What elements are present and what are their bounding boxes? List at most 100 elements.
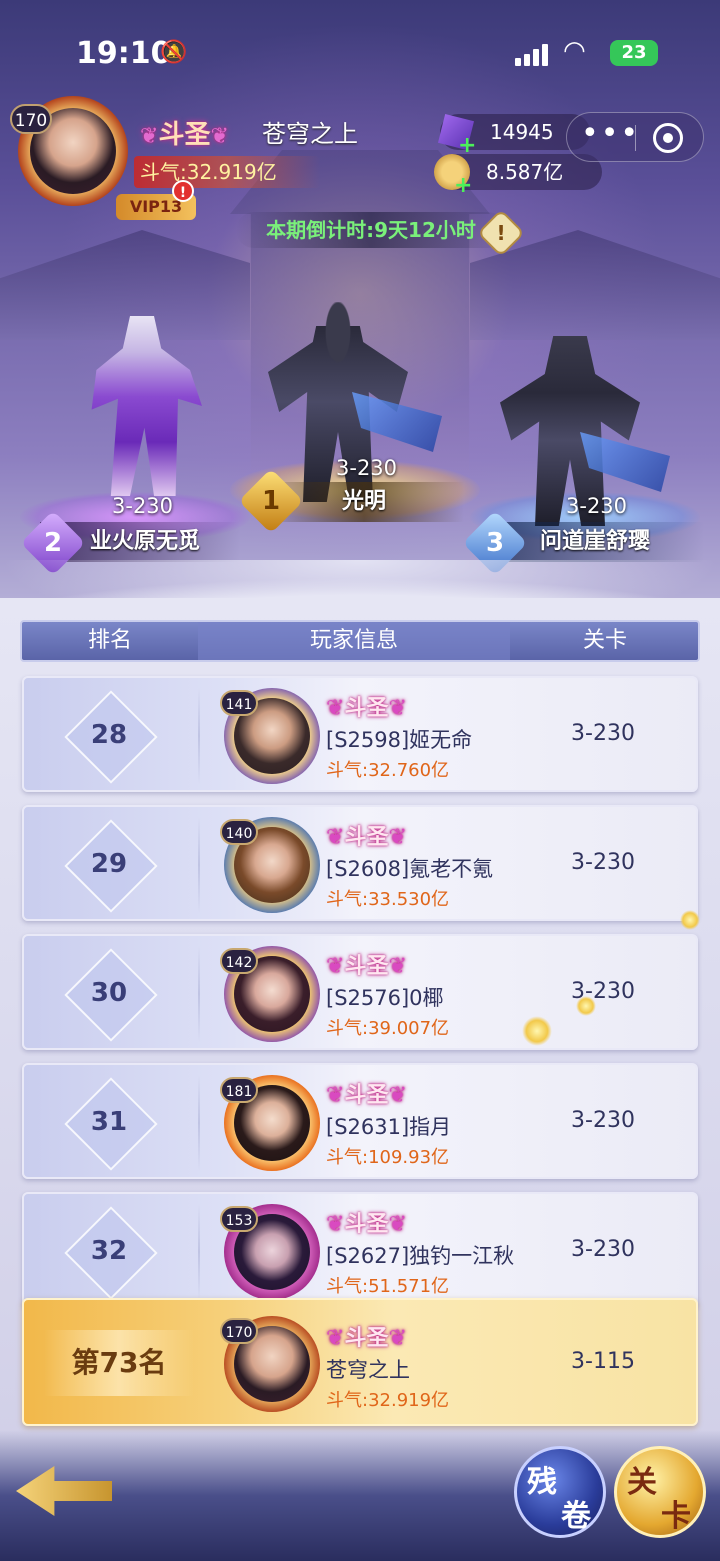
player-stage: 3-230	[571, 721, 635, 746]
player-name: [S2598]姬无命	[326, 728, 473, 752]
player-name: 苍穹之上	[326, 1358, 410, 1382]
player-level: 141	[220, 690, 258, 716]
gem-count: 14945	[490, 120, 554, 144]
rank-diamond: 31	[66, 1079, 152, 1165]
battery-icon: 23	[610, 40, 658, 66]
player-level: 181	[220, 1077, 258, 1103]
avatar[interactable]: 170	[220, 1316, 320, 1412]
character-silhouette	[91, 316, 202, 496]
status-time: 19:10	[76, 36, 172, 71]
rank-number: 28	[90, 720, 128, 750]
gold-count: 8.587亿	[486, 160, 564, 184]
wing-right-icon: ❦	[388, 696, 407, 721]
status-bar: 19:10 🔕 ◠ 23	[0, 0, 720, 100]
signal-icon	[515, 42, 553, 66]
my-rank-row[interactable]: 第73名 170 ❦斗圣❦ 苍穹之上 斗气:32.919亿 3-115	[22, 1298, 698, 1426]
column-divider	[198, 688, 200, 784]
player-name: [S2627]独钓一江秋	[326, 1244, 515, 1268]
rank-number: 31	[90, 1107, 128, 1137]
column-divider	[198, 946, 200, 1042]
player-power: 斗气:109.93亿	[326, 1147, 450, 1168]
season-countdown: 本期倒计时:9天12小时	[236, 212, 506, 248]
player-name: 苍穹之上	[262, 120, 358, 148]
more-options-button[interactable]: •••	[581, 119, 640, 149]
avatar[interactable]: 181	[220, 1075, 320, 1171]
sparkle-effect	[522, 1016, 552, 1046]
scroll-fragment-button[interactable]: 残卷	[514, 1446, 606, 1538]
wing-right-icon: ❦	[388, 954, 407, 979]
stage-button[interactable]: 关卡	[614, 1446, 706, 1538]
player-level: 140	[220, 819, 258, 845]
rank-diamond: 29	[66, 821, 152, 907]
wing-right-icon: ❦	[388, 825, 407, 850]
wing-left-icon: ❦	[326, 1326, 345, 1351]
sparkle-effect	[576, 996, 596, 1016]
title-badge: ❦斗圣❦	[326, 1326, 407, 1351]
player-stage: 3-115	[571, 1349, 635, 1374]
avatar[interactable]: 153	[220, 1204, 320, 1300]
player-power: 斗气:51.571亿	[326, 1276, 450, 1297]
wing-left-icon: ❦	[140, 124, 159, 149]
column-divider	[198, 817, 200, 913]
podium-figure-2[interactable]	[82, 316, 202, 496]
player-level: 142	[220, 948, 258, 974]
player-name: [S2576]0椰	[326, 986, 444, 1010]
player-power: 斗气:39.007亿	[326, 1018, 450, 1039]
player-stage: 3-230	[571, 1237, 635, 1262]
rank-diamond: 28	[66, 692, 152, 778]
header-player-info: 玩家信息	[198, 622, 510, 660]
sparkle-effect	[680, 910, 700, 930]
column-divider	[198, 1075, 200, 1171]
add-gold-icon[interactable]: +	[454, 168, 472, 204]
rank-number: 30	[90, 978, 128, 1008]
table-header: 排名 玩家信息 关卡	[20, 620, 700, 662]
player-title: ❦斗圣❦	[140, 120, 229, 150]
wing-left-icon: ❦	[326, 954, 345, 979]
table-row[interactable]: 29 140 ❦斗圣❦ [S2608]氪老不氪 斗气:33.530亿 3-230	[22, 805, 698, 921]
title-badge: ❦斗圣❦	[326, 1083, 407, 1108]
close-target-button[interactable]	[653, 123, 683, 153]
avatar[interactable]: 142	[220, 946, 320, 1042]
rank-diamond: 32	[66, 1208, 152, 1294]
player-power: 斗气:32.919亿	[134, 156, 320, 188]
wing-left-icon: ❦	[326, 696, 345, 721]
podium-2-stage: 3-230	[112, 494, 174, 518]
title-badge: ❦斗圣❦	[326, 696, 407, 721]
player-stage: 3-230	[571, 1108, 635, 1133]
player-level: 153	[220, 1206, 258, 1232]
wing-right-icon: ❦	[388, 1083, 407, 1108]
player-power: 斗气:32.919亿	[326, 1390, 450, 1411]
table-row[interactable]: 32 153 ❦斗圣❦ [S2627]独钓一江秋 斗气:51.571亿 3-23…	[22, 1192, 698, 1308]
capsule-divider	[635, 125, 636, 151]
rank-number: 29	[90, 849, 128, 879]
back-arrow-button[interactable]	[16, 1456, 116, 1526]
wing-left-icon: ❦	[326, 825, 345, 850]
gold-resource[interactable]: + 8.587亿	[434, 154, 602, 198]
avatar[interactable]: 140	[220, 817, 320, 913]
ranking-board: 排名 玩家信息 关卡 28 141 ❦斗圣❦ [S2598]姬无命 斗气:32.…	[0, 578, 720, 1561]
table-row[interactable]: 28 141 ❦斗圣❦ [S2598]姬无命 斗气:32.760亿 3-230	[22, 676, 698, 792]
my-rank: 第73名	[44, 1330, 194, 1396]
wing-right-icon: ❦	[210, 124, 229, 149]
player-name: [S2608]氪老不氪	[326, 857, 494, 881]
player-level: 170	[220, 1318, 258, 1344]
rank-number: 32	[90, 1236, 128, 1266]
podium-1-stage: 3-230	[336, 456, 398, 480]
title-badge: ❦斗圣❦	[326, 1212, 407, 1237]
player-power: 斗气:32.760亿	[326, 760, 450, 781]
player-level: 170	[10, 104, 52, 134]
rank-1-medal: 1	[238, 468, 304, 534]
header-stage: 关卡	[582, 628, 627, 653]
wing-right-icon: ❦	[388, 1212, 407, 1237]
title-badge: ❦斗圣❦	[326, 825, 407, 850]
player-name: [S2631]指月	[326, 1115, 452, 1139]
wifi-icon: ◠	[563, 36, 586, 66]
wing-right-icon: ❦	[388, 1326, 407, 1351]
wing-left-icon: ❦	[326, 1083, 345, 1108]
title-badge: ❦斗圣❦	[326, 954, 407, 979]
rank-diamond: 30	[66, 950, 152, 1036]
table-row[interactable]: 31 181 ❦斗圣❦ [S2631]指月 斗气:109.93亿 3-230	[22, 1063, 698, 1179]
table-row[interactable]: 30 142 ❦斗圣❦ [S2576]0椰 斗气:39.007亿 3-230	[22, 934, 698, 1050]
player-power: 斗气:33.530亿	[326, 889, 450, 910]
avatar[interactable]: 141	[220, 688, 320, 784]
